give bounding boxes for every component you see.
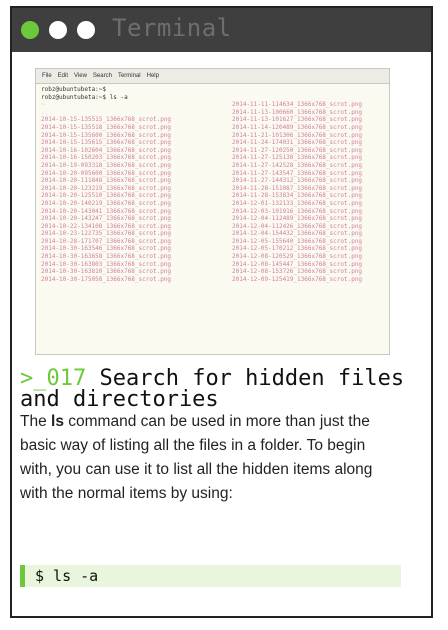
filename-right: 2014-11-11-114634_1366x768_scrot.png: [232, 101, 363, 109]
terminal-output: robz@ubuntubeta:~$ robz@ubuntubeta:~$ ls…: [36, 84, 389, 285]
body-command: ls: [51, 413, 64, 430]
code-text: $ ls -a: [35, 567, 99, 585]
filename-right: 2014-11-28-153834_1366x768_scrot.png: [232, 192, 363, 200]
terminal-prompt-line: robz@ubuntubeta:~$: [41, 86, 107, 93]
filename-left: 2014-10-16-102604_1366x768_scrot.png: [41, 146, 172, 154]
listing-row: 2014-10-15-135615_1366x768_scrot.png 2014…: [41, 139, 384, 147]
filename-right: 2014-11-24-174031_1366x768_scrot.png: [232, 139, 363, 147]
filename-right: 2014-11-27-142528_1366x768_scrot.png: [232, 161, 363, 169]
filename-left: 2014-10-15-135515_1366x768_scrot.png: [41, 116, 172, 124]
filename-left: 2014-10-20-125510_1366x768_scrot.png: [41, 192, 172, 200]
filename-left: 2014-10-20-143247_1366x768_scrot.png: [41, 215, 172, 223]
filename-right: 2014-12-08-145447_1366x768_scrot.png: [232, 260, 363, 268]
filename-right: 2014-11-13-100660_1366x768_scrot.png: [232, 108, 363, 116]
filename-left: 2014-10-15-135600_1366x768_scrot.png: [41, 131, 172, 139]
listing-row: 2014-10-22-134108_1366x768_scrot.png 2014…: [41, 223, 384, 231]
terminal-menu-item: File: [42, 73, 52, 79]
listing-row: 2014-10-30-163810_1366x768_scrot.png 2014…: [41, 268, 384, 276]
terminal-command-line: robz@ubuntubeta:~$ ls -a: [41, 93, 128, 101]
filename-left: 2014-10-15-135615_1366x768_scrot.png: [41, 139, 172, 147]
filename-left: 2014-10-28-171707_1366x768_scrot.png: [41, 237, 172, 245]
filename-left: 2014-10-15-135518_1366x768_scrot.png: [41, 123, 172, 131]
white-circle-icon: [49, 21, 67, 39]
listing-row: .. 2014-11-13-100660_1366x768_scrot.png: [41, 109, 384, 117]
filename-left: 2014-10-30-175058_1366x768_scrot.png: [41, 275, 172, 283]
filename-right: 2014-12-04-154432_1366x768_scrot.png: [232, 230, 363, 238]
listing-row: 2014-10-28-171707_1366x768_scrot.png 2014…: [41, 238, 384, 246]
listing-row: 2014-10-20-143041_1366x768_scrot.png 2014…: [41, 208, 384, 216]
filename-left: 2014-10-20-143041_1366x768_scrot.png: [41, 207, 172, 215]
terminal-menubar: File Edit View Search Terminal Help: [36, 69, 389, 84]
listing-row: 2014-10-30-163803_1366x768_scrot.png 2014…: [41, 261, 384, 269]
listing-row: 2014-10-30-163546_1366x768_scrot.png 2014…: [41, 245, 384, 253]
filename-left: ..: [41, 108, 49, 116]
body-text: command can be used in more than just th…: [20, 413, 373, 502]
filename-left: 2014-10-16-150203_1366x768_scrot.png: [41, 154, 172, 162]
filename-right: 2014-12-04-112426_1366x768_scrot.png: [232, 222, 363, 230]
green-circle-icon: [21, 21, 39, 39]
filename-left: 2014-10-19-093318_1366x768_scrot.png: [41, 161, 172, 169]
listing-row: 2014-10-20-095600_1366x768_scrot.png 2014…: [41, 170, 384, 178]
filename-left: 2014-10-20-111848_1366x768_scrot.png: [41, 177, 172, 185]
terminal-menu-item: Help: [146, 73, 159, 79]
terminal-menu-item: Edit: [57, 73, 69, 79]
tip-heading: >_017 Search for hidden files and direct…: [20, 368, 415, 411]
tip-body: The ls command can be used in more than …: [20, 410, 400, 506]
listing-row: ~2014-11-11-114634_1366x768_scrot.png: [41, 101, 384, 109]
listing-row: 2014-10-15-135518_1366x768_scrot.png 2014…: [41, 124, 384, 132]
listing-row: 2014-10-16-102604_1366x768_scrot.png 2014…: [41, 147, 384, 155]
code-block: $ ls -a: [20, 565, 401, 587]
filename-left: 2014-10-30-163803_1366x768_scrot.png: [41, 260, 172, 268]
filename-left: 2014-10-30-163658_1366x768_scrot.png: [41, 253, 172, 261]
listing-row: 2014-10-19-093318_1366x768_scrot.png 2014…: [41, 162, 384, 170]
terminal-titlebar: Terminal: [12, 8, 431, 52]
listing-row: 2014-10-15-135515_1366x768_scrot.png 2014…: [41, 116, 384, 124]
filename-left: 2014-10-30-163546_1366x768_scrot.png: [41, 245, 172, 253]
filename-right: 2014-12-04-112489_1366x768_scrot.png: [232, 215, 363, 223]
terminal-screenshot: File Edit View Search Terminal Help robz@ubun…: [35, 68, 390, 355]
filename-left: 2014-10-22-134108_1366x768_scrot.png: [41, 222, 172, 230]
window-title: Terminal: [112, 14, 232, 42]
filename-left: 2014-10-30-163810_1366x768_scrot.png: [41, 268, 172, 276]
tip-card: Terminal File Edit View Search Terminal Help …: [10, 6, 433, 618]
listing-row: 2014-10-20-123219_1366x768_scrot.png 2014…: [41, 185, 384, 193]
filename-right: 2014-12-08-120529_1366x768_scrot.png: [232, 253, 363, 261]
filename-left: 2014-10-20-123219_1366x768_scrot.png: [41, 184, 172, 192]
filename-left: ~: [41, 101, 45, 109]
white-circle-icon: [77, 21, 95, 39]
filename-right: 2014-11-28-151087_1366x768_scrot.png: [232, 184, 363, 192]
listing-row: 2014-10-30-163658_1366x768_scrot.png 2014…: [41, 253, 384, 261]
filename-left: 2014-10-23-122735_1366x768_scrot.png: [41, 230, 172, 238]
terminal-menu-item: Search: [92, 73, 112, 79]
filename-right: 2014-11-27-143547_1366x768_scrot.png: [232, 169, 363, 177]
listing-row: 2014-10-20-125510_1366x768_scrot.png 2014…: [41, 192, 384, 200]
filename-left: 2014-10-20-140219_1366x768_scrot.png: [41, 199, 172, 207]
filename-right: 2014-12-01-132133_1366x768_scrot.png: [232, 199, 363, 207]
filename-right: 2014-12-08-153726_1366x768_scrot.png: [232, 268, 363, 276]
filename-right: 2014-12-03-101916_1366x768_scrot.png: [232, 207, 363, 215]
listing-row: 2014-10-23-122735_1366x768_scrot.png 2014…: [41, 230, 384, 238]
filename-right: 2014-11-21-101306_1366x768_scrot.png: [232, 131, 363, 139]
filename-right: 2014-11-27-120250_1366x768_scrot.png: [232, 146, 363, 154]
filename-right: 2014-12-05-170212_1366x768_scrot.png: [232, 245, 363, 253]
listing-row: 2014-10-15-135600_1366x768_scrot.png 2014…: [41, 132, 384, 140]
listing-row: 2014-10-20-111848_1366x768_scrot.png 2014…: [41, 177, 384, 185]
filename-right: 2014-11-13-101627_1366x768_scrot.png: [232, 116, 363, 124]
code-accent-bar: [20, 565, 25, 587]
listing-row: 2014-10-20-140219_1366x768_scrot.png 2014…: [41, 200, 384, 208]
filename-left: 2014-10-20-095600_1366x768_scrot.png: [41, 169, 172, 177]
filename-right: 2014-11-27-144312_1366x768_scrot.png: [232, 177, 363, 185]
listing-row: 2014-10-16-150203_1366x768_scrot.png 2014…: [41, 154, 384, 162]
listing-row: 2014-10-20-143247_1366x768_scrot.png 2014…: [41, 215, 384, 223]
terminal-menu-item: Terminal: [117, 73, 141, 79]
filename-right: 2014-11-14-120489_1366x768_scrot.png: [232, 123, 363, 131]
terminal-menu-item: View: [74, 73, 87, 79]
filename-right: 2014-12-05-155640_1366x768_scrot.png: [232, 237, 363, 245]
filename-right: 2014-11-27-125138_1366x768_scrot.png: [232, 154, 363, 162]
filename-right: 2014-12-09-125419_1366x768_scrot.png: [232, 275, 363, 283]
listing-row: 2014-10-30-175058_1366x768_scrot.png 2014…: [41, 276, 384, 284]
body-text: The: [20, 413, 52, 430]
file-listing: ~2014-11-11-114634_1366x768_scrot.png.. 2…: [41, 101, 384, 283]
